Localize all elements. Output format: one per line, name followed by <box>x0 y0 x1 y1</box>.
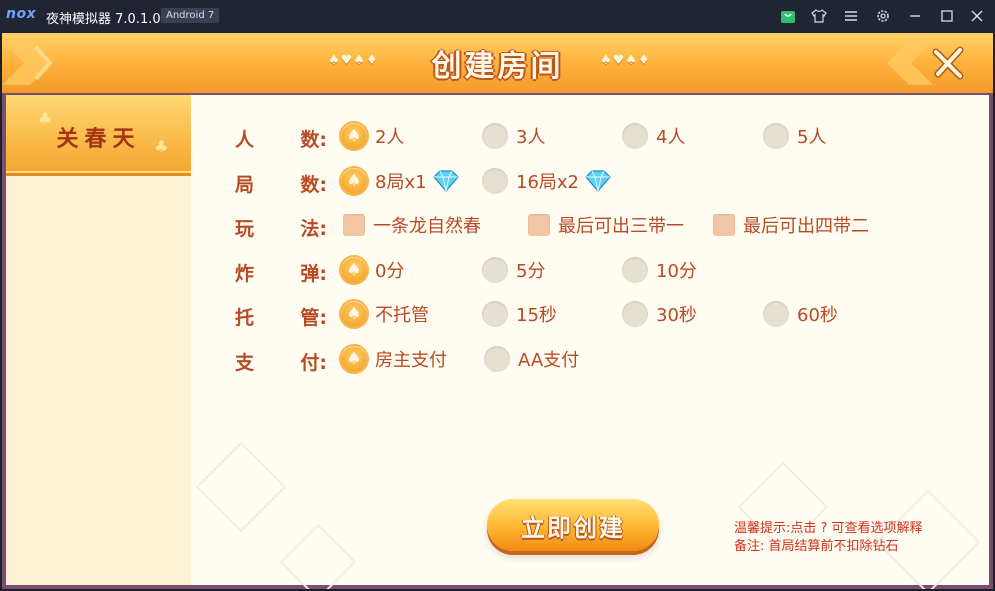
emulator-title-bar: nox 夜神模拟器 7.0.1.0 Android 7 <box>0 0 995 32</box>
row-label: 玩法: <box>235 218 327 240</box>
option-8-rounds[interactable]: ♠ 8局x1 <box>341 166 461 196</box>
bag-icon[interactable] <box>779 7 797 25</box>
diamond-watermark <box>279 523 357 589</box>
option-three-with-one[interactable]: 最后可出三带一 <box>528 210 684 240</box>
row-payment: 支付: ♠ 房主支付 AA支付 <box>235 344 935 374</box>
minimize-icon[interactable] <box>906 7 924 25</box>
radio[interactable] <box>482 168 508 194</box>
tab-guanchuntian[interactable]: ♣ ♣ 关春天 <box>6 95 191 176</box>
radio[interactable] <box>763 301 789 327</box>
radio-selected[interactable]: ♠ <box>341 346 367 372</box>
radio-selected[interactable]: ♠ <box>341 257 367 283</box>
nox-logo: nox <box>6 6 37 22</box>
option-auto-15s[interactable]: 15秒 <box>482 299 557 329</box>
option-bomb-10[interactable]: 10分 <box>622 255 697 285</box>
row-label: 支付: <box>235 352 327 374</box>
close-dialog-button[interactable] <box>927 41 971 85</box>
diamond-icon <box>585 170 611 192</box>
radio[interactable] <box>622 123 648 149</box>
spade-icon: ♠ <box>346 259 362 280</box>
option-4-players[interactable]: 4人 <box>622 121 685 151</box>
gear-icon[interactable] <box>874 7 892 25</box>
menu-icon[interactable] <box>842 7 860 25</box>
spade-icon: ♠ <box>346 125 362 146</box>
option-5-players[interactable]: 5人 <box>763 121 826 151</box>
tab-label: 关春天 <box>56 127 141 152</box>
option-dragon-spring[interactable]: 一条龙自然春 <box>343 210 481 240</box>
dialog-title: 创建房间 <box>431 49 564 84</box>
option-bomb-5[interactable]: 5分 <box>482 255 545 285</box>
chevron-decoration <box>887 41 933 85</box>
option-16-rounds[interactable]: 16局x2 <box>482 166 613 196</box>
row-bomb-score: 炸弹: ♠ 0分 5分 10分 <box>235 255 935 285</box>
android-version-badge: Android 7 <box>161 8 220 23</box>
dialog-header: ♠♥♠♦ 创建房间 ♠♥♠♦ <box>2 33 993 93</box>
app-title: 夜神模拟器 7.0.1.0 <box>46 12 161 27</box>
radio[interactable] <box>482 301 508 327</box>
maximize-icon[interactable] <box>938 7 956 25</box>
radio[interactable] <box>482 123 508 149</box>
radio[interactable] <box>484 346 510 372</box>
options-panel: 人数: ♠ 2人 3人 4人 5人 局数: ♠ 8局x1 16局x2 玩 法: … <box>191 95 989 589</box>
radio-selected[interactable]: ♠ <box>341 168 367 194</box>
spade-icon: ♠ <box>346 170 362 191</box>
suits-decoration-right: ♠♥♠♦ <box>600 53 651 68</box>
close-x-icon <box>932 46 964 80</box>
option-auto-60s[interactable]: 60秒 <box>763 299 838 329</box>
tip-hint: 温馨提示:点击 ? 可查看选项解释 <box>734 521 923 536</box>
row-label: 局数: <box>235 174 327 196</box>
row-label: 人数: <box>235 129 327 151</box>
radio-selected[interactable]: ♠ <box>341 123 367 149</box>
row-play-rules: 玩法: 一条龙自然春 最后可出三带一 最后可出四带二 <box>235 210 955 240</box>
radio[interactable] <box>482 257 508 283</box>
spade-icon: ♠ <box>346 348 362 369</box>
option-aa-pays[interactable]: AA支付 <box>484 344 579 374</box>
checkbox[interactable] <box>528 214 550 236</box>
option-no-auto[interactable]: ♠ 不托管 <box>341 299 429 329</box>
checkbox[interactable] <box>343 214 365 236</box>
radio[interactable] <box>622 301 648 327</box>
radio[interactable] <box>763 123 789 149</box>
option-bomb-0[interactable]: ♠ 0分 <box>341 255 404 285</box>
row-label: 托管: <box>235 307 327 329</box>
diamond-watermark <box>195 441 287 533</box>
close-icon[interactable] <box>968 7 986 25</box>
radio-selected[interactable]: ♠ <box>341 301 367 327</box>
checkbox[interactable] <box>713 214 735 236</box>
row-auto-play: 托管: ♠ 不托管 15秒 30秒 60秒 <box>235 299 935 329</box>
row-label: 炸弹: <box>235 263 327 285</box>
row-round-count: 局数: ♠ 8局x1 16局x2 <box>235 166 935 196</box>
option-auto-30s[interactable]: 30秒 <box>622 299 697 329</box>
radio[interactable] <box>622 257 648 283</box>
mode-sidebar: ♣ ♣ 关春天 <box>6 95 193 585</box>
shirt-icon[interactable] <box>810 7 828 25</box>
diamond-icon <box>432 170 459 192</box>
create-room-button[interactable]: 立即创建 <box>487 499 659 551</box>
option-3-players[interactable]: 3人 <box>482 121 545 151</box>
option-2-players[interactable]: ♠ 2人 <box>341 121 404 151</box>
option-host-pays[interactable]: ♠ 房主支付 <box>341 344 447 374</box>
row-player-count: 人数: ♠ 2人 3人 4人 5人 <box>235 121 935 151</box>
option-four-with-two[interactable]: 最后可出四带二 <box>713 210 869 240</box>
spade-icon: ♠ <box>346 303 362 324</box>
tip-note: 备注: 首局结算前不扣除钻石 <box>734 539 899 554</box>
game-window: ♠♥♠♦ 创建房间 ♠♥♠♦ ♣ ♣ 关春天 人数: ♠ 2人 3人 4人 5人… <box>2 33 993 589</box>
